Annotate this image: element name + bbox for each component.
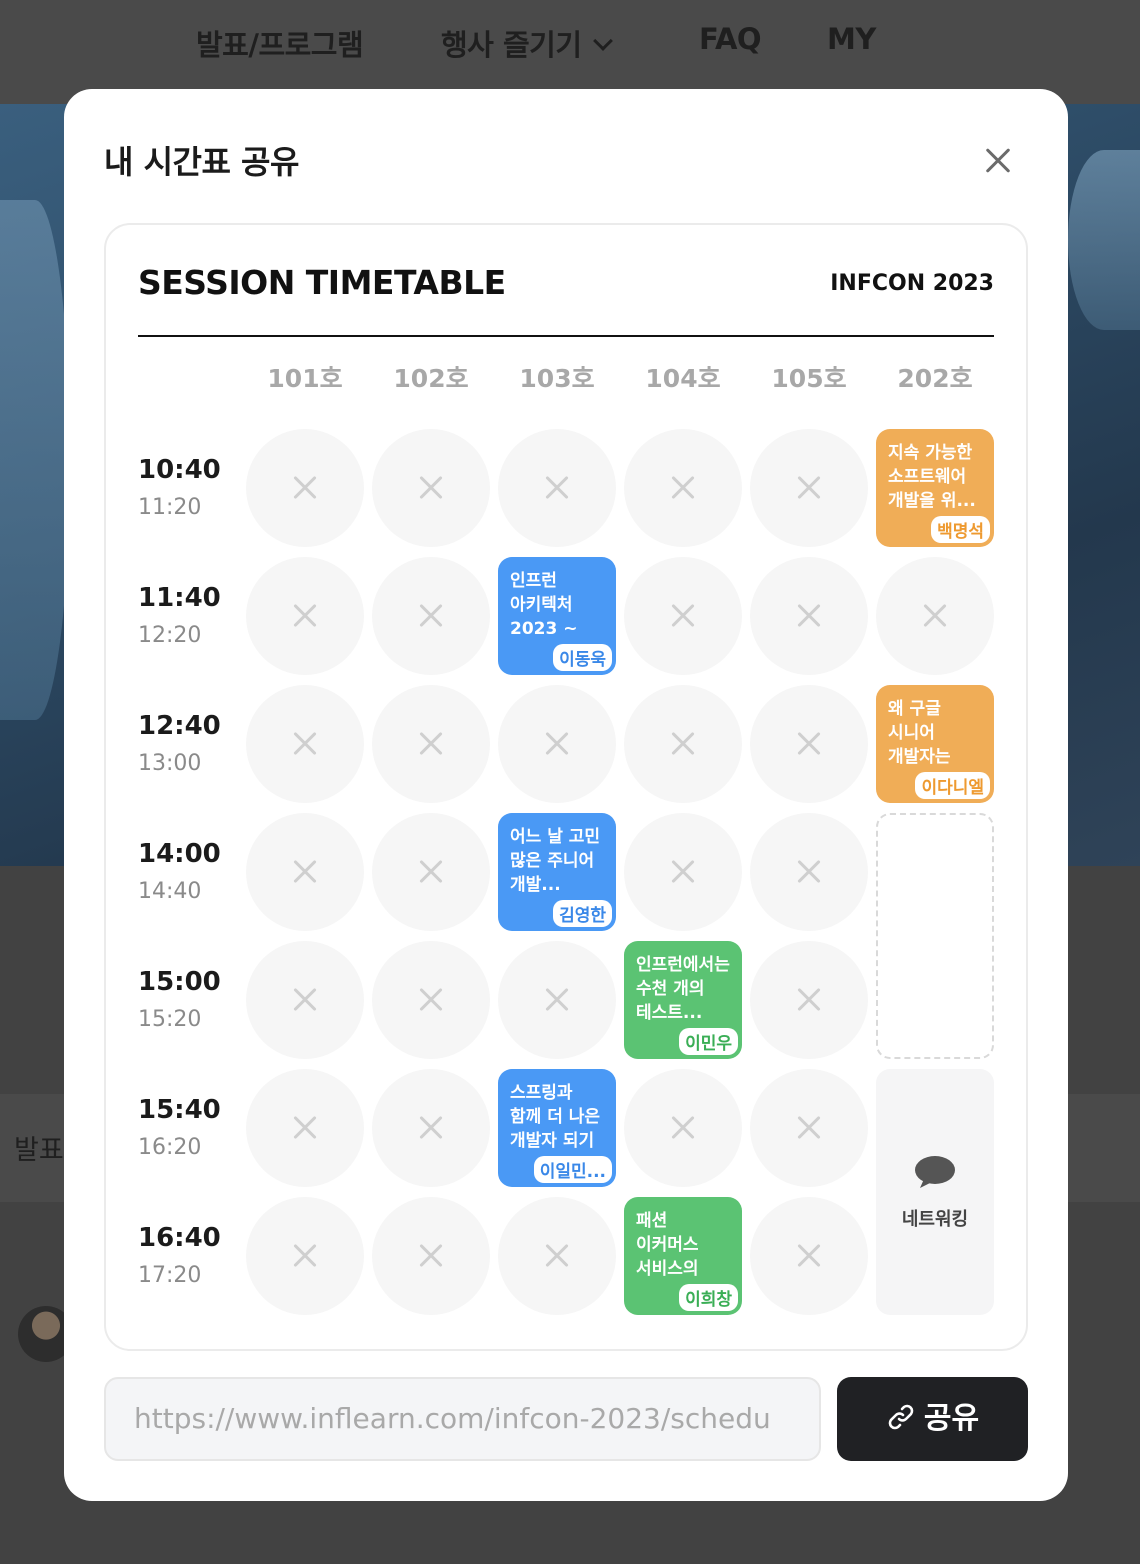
- empty-slot[interactable]: [750, 941, 868, 1059]
- session-speaker: 이다니엘: [915, 772, 990, 799]
- time-start: 14:00: [138, 839, 221, 869]
- empty-slot[interactable]: [372, 1197, 490, 1315]
- session-speaker: 백명석: [931, 516, 990, 543]
- time-start: 10:40: [138, 455, 221, 485]
- session-title: 지속 가능한 소프트웨어 개발을 위...: [888, 443, 976, 511]
- empty-slot[interactable]: [246, 1197, 364, 1315]
- empty-slot[interactable]: [876, 557, 994, 675]
- session-card[interactable]: 어느 날 고민 많은 주니어 개발... 김영한: [498, 813, 616, 931]
- hero-decoration: [0, 200, 70, 720]
- time-start: 15:40: [138, 1095, 221, 1125]
- room-header: 102호: [393, 364, 469, 393]
- empty-slot[interactable]: [246, 429, 364, 547]
- time-end: 14:40: [138, 879, 202, 904]
- session-speaker: 이희창: [679, 1284, 738, 1311]
- empty-slot[interactable]: [498, 429, 616, 547]
- empty-slot[interactable]: [624, 685, 742, 803]
- room-header: 105호: [771, 364, 847, 393]
- link-icon: [888, 1404, 914, 1429]
- session-card[interactable]: 지속 가능한 소프트웨어 개발을 위... 백명석: [876, 429, 994, 547]
- empty-slot[interactable]: [624, 557, 742, 675]
- time-start: 11:40: [138, 583, 221, 613]
- empty-slot[interactable]: [372, 685, 490, 803]
- time-end: 13:00: [138, 751, 202, 776]
- session-card[interactable]: 인프런 아키텍처 2023 ~ 2024 이동욱: [498, 557, 616, 675]
- share-url-field[interactable]: https://www.inflearn.com/infcon-2023/sch…: [104, 1377, 821, 1461]
- session-speaker: 김영한: [553, 900, 612, 927]
- time-end: 16:20: [138, 1135, 202, 1160]
- empty-slot[interactable]: [372, 429, 490, 547]
- empty-slot[interactable]: [372, 813, 490, 931]
- session-title: 왜 구글 시니어 개발자는 코딩을...: [888, 699, 951, 767]
- time-end: 12:20: [138, 623, 202, 648]
- empty-slot[interactable]: [246, 685, 364, 803]
- session-title: 스프링과 함께 더 나은 개발자 되기: [510, 1083, 601, 1151]
- empty-slot[interactable]: [498, 941, 616, 1059]
- session-title: 인프런에서는 수천 개의 테스트...: [636, 955, 730, 1023]
- nav-my[interactable]: MY: [827, 22, 876, 56]
- timetable-card: SESSION TIMETABLE INFCON 2023 101호 102호 …: [104, 223, 1028, 1351]
- empty-slot[interactable]: [246, 557, 364, 675]
- time-start: 15:00: [138, 967, 221, 997]
- chat-bubble-icon: [915, 1156, 955, 1188]
- session-speaker: 이민우: [679, 1028, 738, 1055]
- empty-slot[interactable]: [624, 1069, 742, 1187]
- empty-slot[interactable]: [750, 1197, 868, 1315]
- empty-slot[interactable]: [498, 685, 616, 803]
- empty-slot[interactable]: [372, 941, 490, 1059]
- session-card[interactable]: 인프런에서는 수천 개의 테스트... 이민우: [624, 941, 742, 1059]
- empty-slot[interactable]: [750, 1069, 868, 1187]
- empty-slot[interactable]: [750, 429, 868, 547]
- session-title: 어느 날 고민 많은 주니어 개발...: [510, 827, 601, 895]
- hero-decoration: [1068, 150, 1140, 330]
- empty-slot[interactable]: [246, 941, 364, 1059]
- time-end: 15:20: [138, 1007, 202, 1032]
- empty-slot[interactable]: [624, 813, 742, 931]
- close-icon[interactable]: [978, 141, 1018, 181]
- room-header: 101호: [267, 364, 343, 393]
- divider: [138, 335, 994, 337]
- nav-events-label: 행사 즐기기: [441, 28, 582, 62]
- nav-faq[interactable]: FAQ: [699, 22, 762, 56]
- room-header: 202호: [897, 364, 973, 393]
- empty-slot[interactable]: [750, 685, 868, 803]
- networking-block: 네트워킹: [876, 1069, 994, 1315]
- modal-title: 내 시간표 공유: [104, 143, 299, 181]
- session-speaker: 이일민...: [533, 1156, 612, 1183]
- empty-slot[interactable]: [624, 429, 742, 547]
- chevron-down-icon: [592, 31, 613, 51]
- share-timetable-modal: 내 시간표 공유 SESSION TIMETABLE INFCON 2023 1…: [64, 89, 1068, 1501]
- session-title: 인프런 아키텍처 2023 ~ 2024: [510, 571, 578, 639]
- event-brand: INFCON 2023: [830, 271, 994, 296]
- session-title: 패션 이커머스 서비스의 아키텍처 ...: [636, 1211, 699, 1279]
- session-card[interactable]: 왜 구글 시니어 개발자는 코딩을... 이다니엘: [876, 685, 994, 803]
- background-section-label: 발표: [14, 1135, 64, 1166]
- empty-slot[interactable]: [498, 1197, 616, 1315]
- session-card[interactable]: 패션 이커머스 서비스의 아키텍처 ... 이희창: [624, 1197, 742, 1315]
- empty-slot[interactable]: [372, 1069, 490, 1187]
- time-end: 17:20: [138, 1263, 202, 1288]
- timetable-title: SESSION TIMETABLE: [138, 263, 506, 302]
- empty-slot[interactable]: [372, 557, 490, 675]
- nav-program[interactable]: 발표/프로그램: [196, 22, 364, 64]
- empty-slot[interactable]: [750, 813, 868, 931]
- share-button[interactable]: 공유: [837, 1377, 1028, 1461]
- empty-slot[interactable]: [246, 813, 364, 931]
- empty-slot[interactable]: [750, 557, 868, 675]
- share-button-label: 공유: [923, 1401, 980, 1436]
- nav-events[interactable]: 행사 즐기기: [441, 22, 613, 64]
- session-speaker: 이동욱: [553, 644, 612, 671]
- networking-label: 네트워킹: [901, 1209, 969, 1230]
- time-start: 12:40: [138, 711, 221, 741]
- room-header: 103호: [519, 364, 595, 393]
- room-header: 104호: [645, 364, 721, 393]
- empty-drop-slot[interactable]: [876, 813, 994, 1059]
- session-card[interactable]: 스프링과 함께 더 나은 개발자 되기 이일민...: [498, 1069, 616, 1187]
- time-start: 16:40: [138, 1223, 221, 1253]
- time-end: 11:20: [138, 495, 202, 520]
- empty-slot[interactable]: [246, 1069, 364, 1187]
